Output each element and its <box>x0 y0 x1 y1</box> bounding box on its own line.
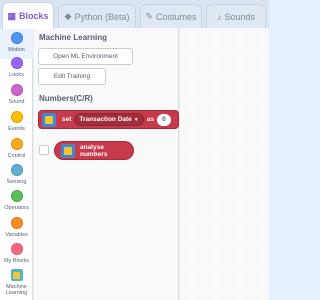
events-dot-icon <box>10 111 23 123</box>
tab-costumes[interactable]: ✎ Costumes <box>140 4 202 28</box>
category-label: Sound <box>8 99 25 105</box>
category-menu: Motion Looks Sound Events Control Sensin… <box>0 28 33 300</box>
tab-blocks-label: Blocks <box>19 11 49 21</box>
sensing-dot-icon <box>10 164 23 176</box>
edit-training-button[interactable]: Edit Training <box>38 68 106 85</box>
dropdown-value: Transaction Date <box>79 116 132 123</box>
ml-extension-icon <box>42 112 56 127</box>
tab-costumes-label: Costumes <box>156 11 197 22</box>
category-label: Machine Learning <box>5 284 28 296</box>
analyse-numbers-block[interactable]: analyse numbers <box>54 141 134 160</box>
tab-python-label: Python (Beta) <box>74 11 130 22</box>
control-dot-icon <box>10 138 23 150</box>
as-label: as <box>146 116 154 123</box>
python-icon: ◆ <box>64 11 72 21</box>
machine-learning-icon <box>10 269 23 281</box>
ml-extension-icon <box>61 143 75 158</box>
ml-section-title: Machine Learning <box>39 33 108 42</box>
set-label: set <box>62 116 72 123</box>
editor-root: ▦ Blocks ◆ Python (Beta) ✎ Costumes ♪ So… <box>0 0 269 300</box>
category-label: Events <box>8 126 25 132</box>
category-label: My Blocks <box>3 258 30 264</box>
field-dropdown[interactable]: Transaction Date ▼ <box>74 113 144 126</box>
category-label: Looks <box>9 72 24 78</box>
motion-dot-icon <box>10 32 23 44</box>
chevron-down-icon: ▼ <box>133 116 139 123</box>
tab-python[interactable]: ◆ Python (Beta) <box>58 4 136 28</box>
open-ml-environment-button[interactable]: Open ML Environment <box>38 48 133 65</box>
operators-dot-icon <box>10 190 23 202</box>
analyse-numbers-label: analyse numbers <box>79 143 108 158</box>
brush-icon: ✎ <box>145 11 154 21</box>
category-machine-learning[interactable]: Machine Learning <box>0 265 33 300</box>
speaker-icon: ♪ <box>216 11 222 22</box>
numbers-section-title: Numbers(C/R) <box>39 94 93 103</box>
variables-dot-icon <box>10 217 23 229</box>
tab-sounds-label: Sounds <box>224 11 256 22</box>
category-label: Operators <box>4 205 29 211</box>
block-palette: Machine Learning Open ML Environment Edi… <box>34 28 179 300</box>
tab-sounds[interactable]: ♪ Sounds <box>206 4 266 28</box>
tab-bar: ▦ Blocks ◆ Python (Beta) ✎ Costumes ♪ So… <box>0 0 269 29</box>
reporter-checkbox[interactable] <box>39 145 49 155</box>
value-input[interactable]: 0 <box>156 113 171 126</box>
category-label: Control <box>7 153 26 159</box>
looks-dot-icon <box>10 57 23 69</box>
category-label: Variables <box>5 232 28 238</box>
set-transaction-block[interactable]: set Transaction Date ▼ as 0 <box>38 110 179 129</box>
blocks-icon: ▦ <box>7 10 16 21</box>
category-label: Sensing <box>6 179 27 185</box>
sound-dot-icon <box>10 84 23 96</box>
my-blocks-dot-icon <box>10 243 23 255</box>
tab-blocks[interactable]: ▦ Blocks <box>2 2 54 29</box>
script-workspace[interactable] <box>180 28 269 300</box>
